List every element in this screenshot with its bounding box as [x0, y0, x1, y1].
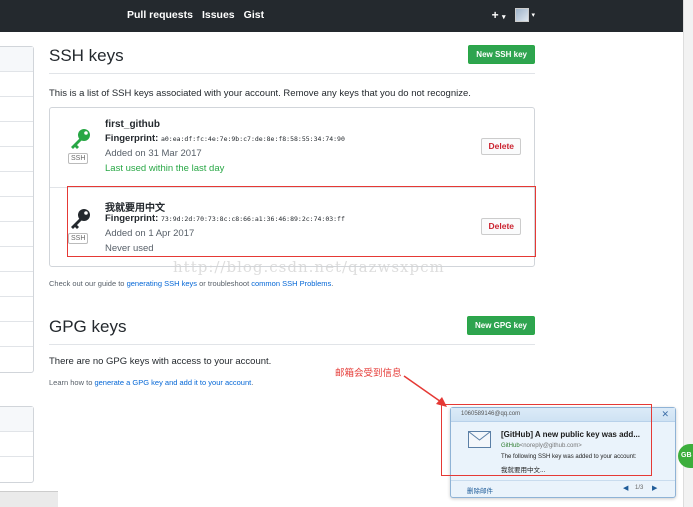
- key-icon: [71, 209, 90, 229]
- gpg-empty-text: There are no GPG keys with access to you…: [49, 356, 272, 367]
- watermark: http://blog.csdn.net/qazwsxpcm: [173, 258, 445, 276]
- mail-notification-popup[interactable]: 1060589146@qq.com ✕ [GitHub] A new publi…: [450, 407, 676, 498]
- nav-pull-requests[interactable]: Pull requests: [127, 9, 193, 21]
- guide-prefix: Check out our guide to: [49, 279, 127, 288]
- settings-sidebar: [0, 46, 34, 373]
- key-fingerprint: Fingerprint: a0:ea:df:fc:4e:7e:9b:c7:de:…: [105, 133, 345, 144]
- key-last-used: Never used: [105, 243, 154, 254]
- user-menu[interactable]: ▾: [515, 8, 535, 22]
- key-last-used: Last used within the last day: [105, 163, 225, 174]
- guide-middle: or troubleshoot: [197, 279, 252, 288]
- sidebar-item[interactable]: [0, 297, 33, 322]
- ssh-key-row: SSH 我就要用中文 Fingerprint: 73:9d:2d:70:73:8…: [50, 187, 534, 266]
- plus-icon: +: [491, 8, 499, 22]
- sidebar-item[interactable]: [0, 172, 33, 197]
- annotation-label: 邮箱会受到信息: [335, 368, 402, 379]
- avatar: [515, 8, 530, 22]
- new-gpg-key-button[interactable]: New GPG key: [466, 316, 535, 335]
- notification-pager: 1/3: [635, 485, 644, 491]
- ssh-keys-header: SSH keys New SSH key: [49, 44, 535, 74]
- annotation-arrow-icon: [403, 375, 447, 407]
- sidebar-item[interactable]: [0, 247, 33, 272]
- sidebar-item[interactable]: [0, 222, 33, 247]
- ssh-badge: SSH: [68, 153, 89, 164]
- key-fingerprint: Fingerprint: 73:9d:2d:70:73:8c:c8:66:a1:…: [105, 213, 345, 224]
- top-nav-links: Pull requests Issues Gist: [127, 9, 264, 21]
- top-navbar: Pull requests Issues Gist + ▾ ▾: [0, 0, 693, 32]
- delete-key-button[interactable]: Delete: [481, 218, 521, 235]
- sidebar-header: [0, 47, 33, 72]
- learn-prefix: Learn how to: [49, 378, 95, 387]
- notification-subject[interactable]: [GitHub] A new public key was add...: [501, 430, 640, 439]
- chevron-down-icon: ▾: [531, 12, 535, 19]
- key-title: first_github: [105, 119, 160, 130]
- key-added-date: Added on 1 Apr 2017: [105, 228, 195, 239]
- generate-gpg-key-link[interactable]: generate a GPG key and add it to your ac…: [94, 378, 251, 387]
- notification-account: 1060589146@qq.com: [461, 411, 521, 417]
- new-ssh-key-button[interactable]: New SSH key: [468, 45, 535, 64]
- fingerprint-label: Fingerprint:: [105, 133, 159, 144]
- create-new-menu[interactable]: + ▾: [492, 8, 506, 22]
- next-icon[interactable]: ▶: [652, 484, 657, 492]
- delete-mail-link[interactable]: 删除邮件: [467, 485, 493, 495]
- ssh-key-list: SSH first_github Fingerprint: a0:ea:df:f…: [49, 107, 535, 267]
- common-ssh-problems-link[interactable]: common SSH Problems: [251, 279, 331, 288]
- gpg-learn-text: Learn how to generate a GPG key and add …: [49, 378, 253, 387]
- notification-sender: GitHub<noreply@github.com>: [501, 443, 582, 449]
- ssh-guide-text: Check out our guide to generating SSH ke…: [49, 279, 333, 288]
- delete-key-button[interactable]: Delete: [481, 138, 521, 155]
- key-icon: [71, 129, 90, 149]
- fingerprint-label: Fingerprint:: [105, 213, 159, 224]
- key-added-date: Added on 31 Mar 2017: [105, 148, 202, 159]
- ssh-key-row: SSH first_github Fingerprint: a0:ea:df:f…: [50, 108, 534, 187]
- browser-scrollbar[interactable]: [683, 0, 693, 507]
- notification-header: 1060589146@qq.com ✕: [451, 408, 675, 422]
- ssh-badge: SSH: [68, 233, 89, 244]
- sidebar-item[interactable]: [0, 197, 33, 222]
- sidebar-item[interactable]: [0, 322, 33, 347]
- sidebar-item[interactable]: [0, 457, 33, 482]
- ssh-keys-title: SSH keys: [49, 46, 124, 65]
- sender-email: <noreply@github.com>: [519, 443, 582, 449]
- notification-footer: 删除邮件 ◀ 1/3 ▶: [451, 480, 675, 497]
- fingerprint-value: a0:ea:df:fc:4e:7e:9b:c7:de:8e:f8:58:55:3…: [160, 135, 345, 143]
- previous-icon[interactable]: ◀: [623, 484, 628, 492]
- floating-badge[interactable]: GB: [678, 444, 693, 468]
- envelope-icon: [468, 431, 491, 448]
- sidebar-item[interactable]: [0, 122, 33, 147]
- nav-issues[interactable]: Issues: [202, 9, 235, 21]
- notification-body-key: 我就要用中文...: [501, 467, 546, 474]
- sidebar-header: [0, 407, 33, 432]
- gpg-keys-header: GPG keys New GPG key: [49, 315, 535, 345]
- chevron-down-icon: ▾: [501, 14, 506, 21]
- key-title: 我就要用中文: [105, 203, 165, 214]
- gpg-keys-title: GPG keys: [49, 317, 127, 336]
- top-right-menus: + ▾ ▾: [492, 8, 535, 22]
- sidebar-item[interactable]: [0, 347, 33, 372]
- developer-sidebar: [0, 406, 34, 483]
- sidebar-item[interactable]: [0, 147, 33, 172]
- learn-suffix: .: [251, 378, 254, 387]
- sender-name: GitHub: [501, 443, 520, 449]
- ssh-keys-description: This is a list of SSH keys associated wi…: [49, 88, 471, 99]
- sidebar-item[interactable]: [0, 72, 33, 97]
- generating-ssh-keys-link[interactable]: generating SSH keys: [127, 279, 197, 288]
- close-icon[interactable]: ✕: [661, 409, 669, 420]
- sidebar-item[interactable]: [0, 272, 33, 297]
- fingerprint-value: 73:9d:2d:70:73:8c:c8:66:a1:36:46:89:2c:7…: [160, 215, 345, 223]
- nav-gist[interactable]: Gist: [244, 9, 264, 21]
- notification-body: The following SSH key was added to your …: [501, 454, 637, 460]
- sidebar-item[interactable]: [0, 432, 33, 457]
- sidebar-item[interactable]: [0, 97, 33, 122]
- guide-suffix: .: [331, 279, 334, 288]
- taskbar-fragment: [0, 491, 58, 507]
